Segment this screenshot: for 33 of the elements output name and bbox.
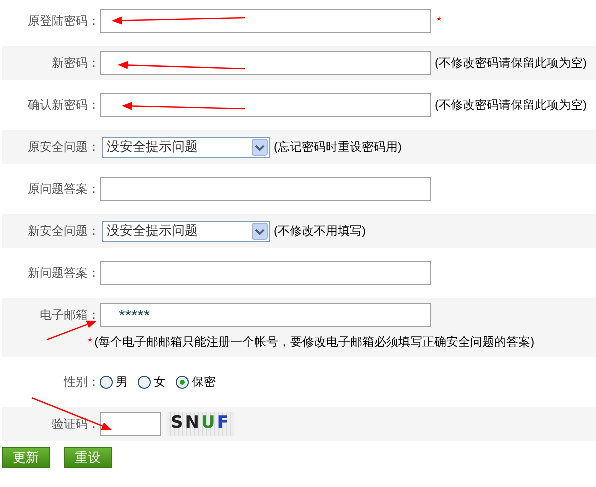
input-field[interactable]: [100, 51, 431, 75]
input-field[interactable]: [100, 93, 431, 117]
radio-button[interactable]: [100, 376, 113, 388]
dropdown[interactable]: 没安全提示问题: [102, 220, 270, 242]
arrow-drawing: [46, 320, 97, 341]
radio-button[interactable]: [176, 376, 189, 388]
hint-text: (每个电子邮邮箱只能注册一个帐号，要修改电子邮箱必须填写正确安全问题的答案): [94, 334, 535, 351]
field-label: 原登陆密码：: [27, 13, 100, 30]
required-mark: *: [88, 334, 93, 351]
field-label: 原安全问题：: [27, 139, 100, 156]
captcha-image: S N U F: [167, 412, 234, 436]
radio-option[interactable]: 男: [100, 373, 128, 391]
required-mark: *: [437, 13, 442, 30]
field-label: 性别：: [62, 374, 100, 391]
input-field[interactable]: *****: [100, 303, 431, 327]
dropdown[interactable]: 没安全提示问题: [102, 136, 270, 158]
input-field[interactable]: [100, 9, 431, 33]
field-label: 新安全问题：: [27, 223, 100, 240]
radio-button[interactable]: [138, 376, 151, 388]
hint-text: (不修改不用填写): [274, 223, 366, 240]
captcha-field[interactable]: [100, 412, 161, 436]
hint-text: (不修改密码请保留此项为空): [435, 55, 587, 72]
hint-text: (忘记密码时重设密码用): [274, 139, 402, 156]
input-field[interactable]: [100, 177, 431, 201]
field-label: 电子邮箱：: [39, 307, 100, 324]
field-label: 原问题答案：: [27, 181, 100, 198]
field-label: 确认新密码：: [27, 97, 100, 114]
field-label: 新问题答案：: [27, 265, 100, 282]
hint-text: (不修改密码请保留此项为空): [435, 97, 587, 114]
input-field[interactable]: [100, 261, 431, 285]
radio-option[interactable]: 女: [138, 373, 166, 391]
radio-option[interactable]: 保密: [176, 373, 216, 391]
field-label: 新密码：: [51, 55, 100, 72]
